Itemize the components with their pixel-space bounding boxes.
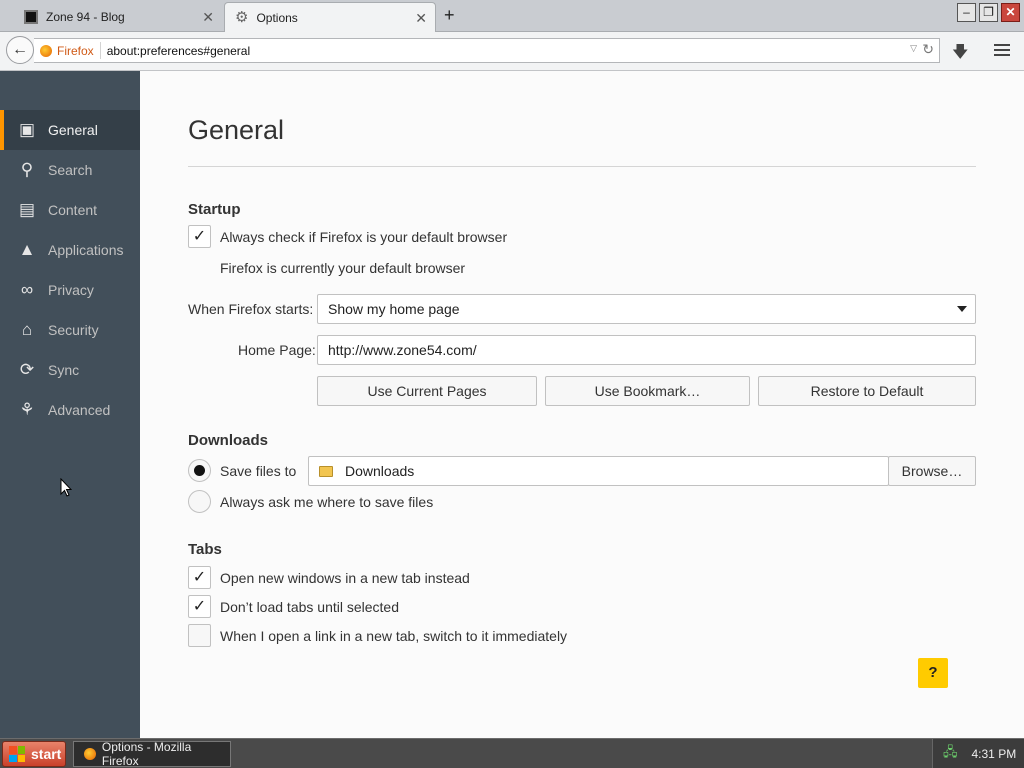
- clock: 4:31 PM: [971, 747, 1017, 761]
- start-label: start: [31, 746, 62, 762]
- preferences-sidebar: ▣ General ⚲ Search ▤ Content ▲ Applicati…: [0, 71, 140, 738]
- sidebar-item-label: Privacy: [48, 282, 94, 298]
- system-tray: 🖧 4:31 PM: [932, 739, 1024, 768]
- default-browser-checkbox[interactable]: ✓: [188, 225, 211, 248]
- taskbar-item-label: Options - Mozilla Firefox: [101, 740, 192, 768]
- downloads-heading: Downloads: [188, 432, 269, 449]
- sidebar-item-sync[interactable]: ⟳ Sync: [0, 350, 140, 390]
- sidebar-item-label: Security: [48, 322, 99, 338]
- close-tab-icon[interactable]: ✕: [415, 10, 427, 27]
- mouse-cursor-icon: [60, 478, 72, 497]
- identity-box[interactable]: Firefox: [34, 42, 101, 59]
- content-icon: ▤: [18, 200, 36, 219]
- when-starts-label: When Firefox starts:: [188, 301, 314, 317]
- url-input[interactable]: about:preferences#general: [107, 44, 250, 58]
- sidebar-item-general[interactable]: ▣ General: [0, 110, 140, 150]
- restore-default-button[interactable]: Restore to Default: [758, 376, 976, 406]
- tab-zone94-blog[interactable]: Zone 94 - Blog ✕: [0, 2, 222, 32]
- home-page-label: Home Page:: [238, 342, 316, 358]
- windows-flag-icon: [9, 746, 25, 762]
- close-tab-icon[interactable]: ✕: [202, 9, 214, 26]
- advanced-wizard-icon: ⚘: [19, 400, 35, 419]
- sidebar-item-label: Search: [48, 162, 93, 178]
- restore-window-button[interactable]: ❐: [979, 3, 998, 22]
- tab-options[interactable]: ⚙ Options ✕: [224, 2, 436, 33]
- close-window-button[interactable]: ✕: [1001, 3, 1020, 22]
- new-tab-plus-icon[interactable]: +: [444, 6, 455, 24]
- default-browser-checkbox-label: Always check if Firefox is your default …: [220, 229, 508, 245]
- taskbar-item-firefox[interactable]: Options - Mozilla Firefox: [73, 740, 231, 768]
- identity-label: Firefox: [57, 43, 94, 58]
- use-bookmark-button[interactable]: Use Bookmark…: [545, 376, 750, 406]
- network-tray-icon[interactable]: 🖧: [943, 743, 958, 765]
- save-files-radio[interactable]: [188, 459, 211, 482]
- always-ask-radio[interactable]: [188, 490, 211, 513]
- privacy-mask-icon: ∞: [20, 280, 34, 299]
- open-new-windows-in-tab-checkbox[interactable]: ✓: [188, 566, 211, 589]
- sidebar-item-privacy[interactable]: ∞ Privacy: [0, 270, 140, 310]
- firefox-logo-icon: [40, 44, 52, 57]
- always-ask-radio-label: Always ask me where to save files: [220, 494, 434, 510]
- use-current-pages-button[interactable]: Use Current Pages: [317, 376, 537, 406]
- tabs-heading: Tabs: [188, 541, 222, 558]
- sidebar-item-content[interactable]: ▤ Content: [0, 190, 140, 230]
- default-browser-status: Firefox is currently your default browse…: [220, 260, 466, 276]
- hamburger-menu-icon[interactable]: [994, 44, 1010, 59]
- preferences-pane-general: General Startup ✓ Always check if Firefo…: [140, 71, 1024, 738]
- sidebar-item-label: Content: [48, 202, 98, 218]
- general-icon: ▣: [18, 120, 36, 139]
- search-icon: ⚲: [20, 160, 34, 179]
- minimize-window-button[interactable]: –: [957, 3, 976, 22]
- startup-heading: Startup: [188, 201, 241, 218]
- sidebar-item-search[interactable]: ⚲ Search: [0, 150, 140, 190]
- start-button[interactable]: start: [2, 741, 66, 767]
- title-divider: [188, 166, 976, 167]
- security-lock-icon: ⌂: [21, 320, 33, 339]
- sidebar-item-label: General: [48, 122, 98, 138]
- open-new-windows-in-tab-label: Open new windows in a new tab instead: [220, 570, 470, 586]
- page-title: General: [188, 115, 285, 145]
- download-folder-field: Downloads: [308, 456, 889, 486]
- reload-icon[interactable]: ↻: [922, 41, 934, 58]
- when-starts-selected-value: Show my home page: [328, 301, 460, 317]
- sidebar-item-applications[interactable]: ▲ Applications: [0, 230, 140, 270]
- dont-load-tabs-checkbox[interactable]: ✓: [188, 595, 211, 618]
- sidebar-item-security[interactable]: ⌂ Security: [0, 310, 140, 350]
- sidebar-item-label: Advanced: [48, 402, 111, 418]
- gear-icon: ⚙: [235, 9, 249, 26]
- firefox-logo-icon: [84, 748, 96, 760]
- when-starts-select[interactable]: Show my home page: [317, 294, 976, 324]
- back-arrow-icon[interactable]: ←: [6, 36, 34, 64]
- switch-to-new-tab-checkbox[interactable]: [188, 624, 211, 647]
- browse-button[interactable]: Browse…: [888, 456, 976, 486]
- folder-icon: [319, 465, 333, 477]
- sidebar-item-label: Sync: [48, 362, 80, 378]
- download-arrow-icon[interactable]: 🡇: [952, 41, 968, 68]
- home-page-value: http://www.zone54.com/: [328, 342, 477, 358]
- help-button[interactable]: ?: [918, 658, 948, 688]
- zone94-favicon-icon: [24, 10, 38, 24]
- tab-strip: Zone 94 - Blog ✕ ⚙ Options ✕ + – ❐ ✕: [0, 0, 1024, 33]
- chevron-down-icon: [957, 306, 967, 312]
- sync-icon: ⟳: [19, 360, 35, 379]
- switch-to-new-tab-label: When I open a link in a new tab, switch …: [220, 628, 568, 644]
- dont-load-tabs-label: Don’t load tabs until selected: [220, 599, 399, 615]
- download-folder-name: Downloads: [345, 463, 415, 479]
- tab-title: Options: [256, 11, 298, 25]
- sidebar-item-label: Applications: [48, 242, 124, 258]
- url-bar[interactable]: Firefox about:preferences#general ▽ ↻: [34, 38, 940, 63]
- history-dropdown-icon[interactable]: ▽: [910, 43, 917, 54]
- save-files-radio-label: Save files to: [220, 463, 297, 479]
- applications-icon: ▲: [18, 240, 36, 259]
- tab-title: Zone 94 - Blog: [46, 10, 125, 24]
- home-page-input[interactable]: http://www.zone54.com/: [317, 335, 976, 365]
- navigation-toolbar: ← Firefox about:preferences#general ▽ ↻ …: [0, 32, 1024, 71]
- sidebar-item-advanced[interactable]: ⚘ Advanced: [0, 390, 140, 430]
- taskbar: start Options - Mozilla Firefox 🖧 4:31 P…: [0, 738, 1024, 768]
